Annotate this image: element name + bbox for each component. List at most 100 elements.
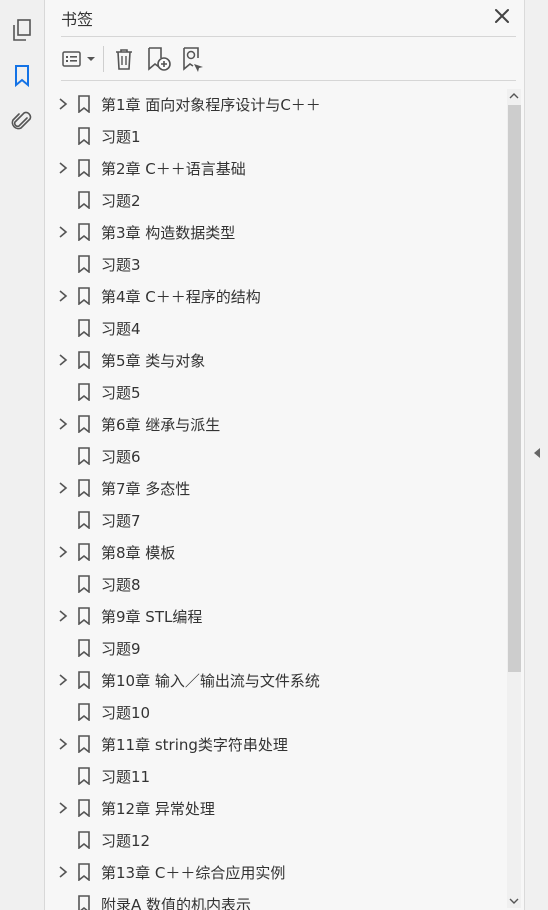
chevron-right-icon[interactable] — [57, 801, 69, 815]
bookmark-icon — [78, 127, 90, 145]
bookmark-item[interactable]: 第6章 继承与派生 — [45, 408, 507, 440]
bookmark-label[interactable]: 第7章 多态性 — [101, 478, 190, 499]
bookmark-label[interactable]: 第9章 STL编程 — [101, 606, 202, 627]
chevron-right-icon[interactable] — [57, 481, 69, 495]
bookmark-icon — [78, 703, 90, 721]
bookmark-label[interactable]: 第1章 面向对象程序设计与C＋＋ — [101, 94, 321, 115]
bookmark-item[interactable]: 习题2 — [45, 184, 507, 216]
bookmark-icon — [78, 223, 90, 241]
bookmark-label[interactable]: 第4章 C＋＋程序的结构 — [101, 286, 261, 307]
bookmark-icon — [78, 863, 90, 881]
collapse-strip — [524, 0, 548, 910]
scroll-up-icon[interactable] — [507, 89, 521, 103]
chevron-right-icon[interactable] — [57, 289, 69, 303]
bookmark-icon — [78, 543, 90, 561]
bookmark-item[interactable]: 第9章 STL编程 — [45, 600, 507, 632]
bookmark-icon — [78, 479, 90, 497]
bookmark-label[interactable]: 习题4 — [101, 318, 141, 339]
bookmark-item[interactable]: 第5章 类与对象 — [45, 344, 507, 376]
scroll-down-icon[interactable] — [507, 894, 521, 908]
bookmark-label[interactable]: 习题1 — [101, 126, 141, 147]
bookmark-icon — [78, 511, 90, 529]
bookmark-label[interactable]: 附录A 数值的机内表示 — [101, 894, 251, 910]
bookmark-tree: 第1章 面向对象程序设计与C＋＋ 习题1 第2章 C＋＋语言基础 习题2 第3章 构造数… — [45, 88, 507, 910]
bookmark-item[interactable]: 习题7 — [45, 504, 507, 536]
bookmark-item[interactable]: 第11章 string类字符串处理 — [45, 728, 507, 760]
bookmark-item[interactable]: 第3章 构造数据类型 — [45, 216, 507, 248]
chevron-right-icon[interactable] — [57, 673, 69, 687]
bookmark-label[interactable]: 第11章 string类字符串处理 — [101, 734, 288, 755]
bookmark-item[interactable]: 第13章 C＋＋综合应用实例 — [45, 856, 507, 888]
chevron-right-icon[interactable] — [57, 865, 69, 879]
bookmark-item[interactable]: 习题3 — [45, 248, 507, 280]
bookmark-icon — [78, 351, 90, 369]
bookmarks-toolbar — [61, 38, 516, 81]
bookmark-item[interactable]: 习题9 — [45, 632, 507, 664]
bookmark-item[interactable]: 习题8 — [45, 568, 507, 600]
scrollbar-thumb[interactable] — [508, 105, 521, 672]
bookmark-item[interactable]: 第4章 C＋＋程序的结构 — [45, 280, 507, 312]
bookmark-item[interactable]: 第2章 C＋＋语言基础 — [45, 152, 507, 184]
options-menu-button[interactable] — [61, 46, 99, 72]
bookmark-item[interactable]: 习题6 — [45, 440, 507, 472]
bookmark-item[interactable]: 第12章 异常处理 — [45, 792, 507, 824]
vertical-scrollbar[interactable] — [507, 89, 521, 908]
bookmark-item[interactable]: 习题5 — [45, 376, 507, 408]
chevron-right-icon[interactable] — [57, 545, 69, 559]
chevron-right-icon[interactable] — [57, 737, 69, 751]
bookmark-label[interactable]: 第10章 输入／输出流与文件系统 — [101, 670, 320, 691]
panel-title: 书签 — [61, 10, 94, 29]
chevron-right-icon[interactable] — [57, 161, 69, 175]
chevron-right-icon[interactable] — [57, 609, 69, 623]
bookmark-label[interactable]: 第2章 C＋＋语言基础 — [101, 158, 246, 179]
bookmark-icon — [78, 735, 90, 753]
bookmark-item[interactable]: 习题1 — [45, 120, 507, 152]
collapse-pane-icon[interactable] — [531, 444, 543, 462]
bookmark-item[interactable]: 第1章 面向对象程序设计与C＋＋ — [45, 88, 507, 120]
new-bookmark-icon[interactable] — [146, 46, 172, 72]
bookmark-label[interactable]: 习题2 — [101, 190, 141, 211]
bookmark-icon — [78, 671, 90, 689]
bookmark-item[interactable]: 习题10 — [45, 696, 507, 728]
bookmarks-panel: 书签 第1章 面向对象程序设计与C＋＋ 习题1 第2章 C＋＋语言基础 习题2 … — [45, 0, 524, 910]
bookmark-icon[interactable] — [9, 63, 35, 89]
bookmark-label[interactable]: 第6章 继承与派生 — [101, 414, 220, 435]
bookmark-label[interactable]: 习题12 — [101, 830, 150, 851]
bookmark-label[interactable]: 习题5 — [101, 382, 141, 403]
bookmark-label[interactable]: 第13章 C＋＋综合应用实例 — [101, 862, 285, 883]
bookmark-item[interactable]: 习题12 — [45, 824, 507, 856]
bookmark-label[interactable]: 习题10 — [101, 702, 150, 723]
bookmark-icon — [78, 191, 90, 209]
pages-icon[interactable] — [9, 17, 35, 43]
bookmark-icon — [78, 607, 90, 625]
bookmark-icon — [78, 575, 90, 593]
bookmark-label[interactable]: 习题7 — [101, 510, 141, 531]
bookmark-label[interactable]: 第5章 类与对象 — [101, 350, 205, 371]
bookmark-label[interactable]: 第12章 异常处理 — [101, 798, 215, 819]
chevron-right-icon[interactable] — [57, 225, 69, 239]
bookmark-label[interactable]: 习题9 — [101, 638, 141, 659]
bookmark-label[interactable]: 习题8 — [101, 574, 141, 595]
bookmark-item[interactable]: 习题4 — [45, 312, 507, 344]
bookmark-label[interactable]: 习题11 — [101, 766, 150, 787]
bookmark-item[interactable]: 第10章 输入／输出流与文件系统 — [45, 664, 507, 696]
panel-header: 书签 — [61, 0, 516, 37]
bookmark-item[interactable]: 习题11 — [45, 760, 507, 792]
bookmark-item[interactable]: 附录A 数值的机内表示 — [45, 888, 507, 910]
chevron-right-icon[interactable] — [57, 417, 69, 431]
bookmark-item[interactable]: 第8章 模板 — [45, 536, 507, 568]
bookmark-label[interactable]: 习题6 — [101, 446, 141, 467]
trash-icon[interactable] — [113, 46, 135, 72]
bookmark-label[interactable]: 习题3 — [101, 254, 141, 275]
bookmark-label[interactable]: 第8章 模板 — [101, 542, 175, 563]
bookmark-label[interactable]: 第3章 构造数据类型 — [101, 222, 235, 243]
chevron-right-icon[interactable] — [57, 97, 69, 111]
bookmark-icon — [78, 287, 90, 305]
chevron-right-icon[interactable] — [57, 353, 69, 367]
find-bookmark-icon[interactable] — [181, 46, 207, 72]
bookmark-icon — [78, 447, 90, 465]
close-icon[interactable] — [492, 6, 512, 26]
bookmark-icon — [78, 767, 90, 785]
bookmark-item[interactable]: 第7章 多态性 — [45, 472, 507, 504]
attachment-icon[interactable] — [9, 109, 35, 135]
